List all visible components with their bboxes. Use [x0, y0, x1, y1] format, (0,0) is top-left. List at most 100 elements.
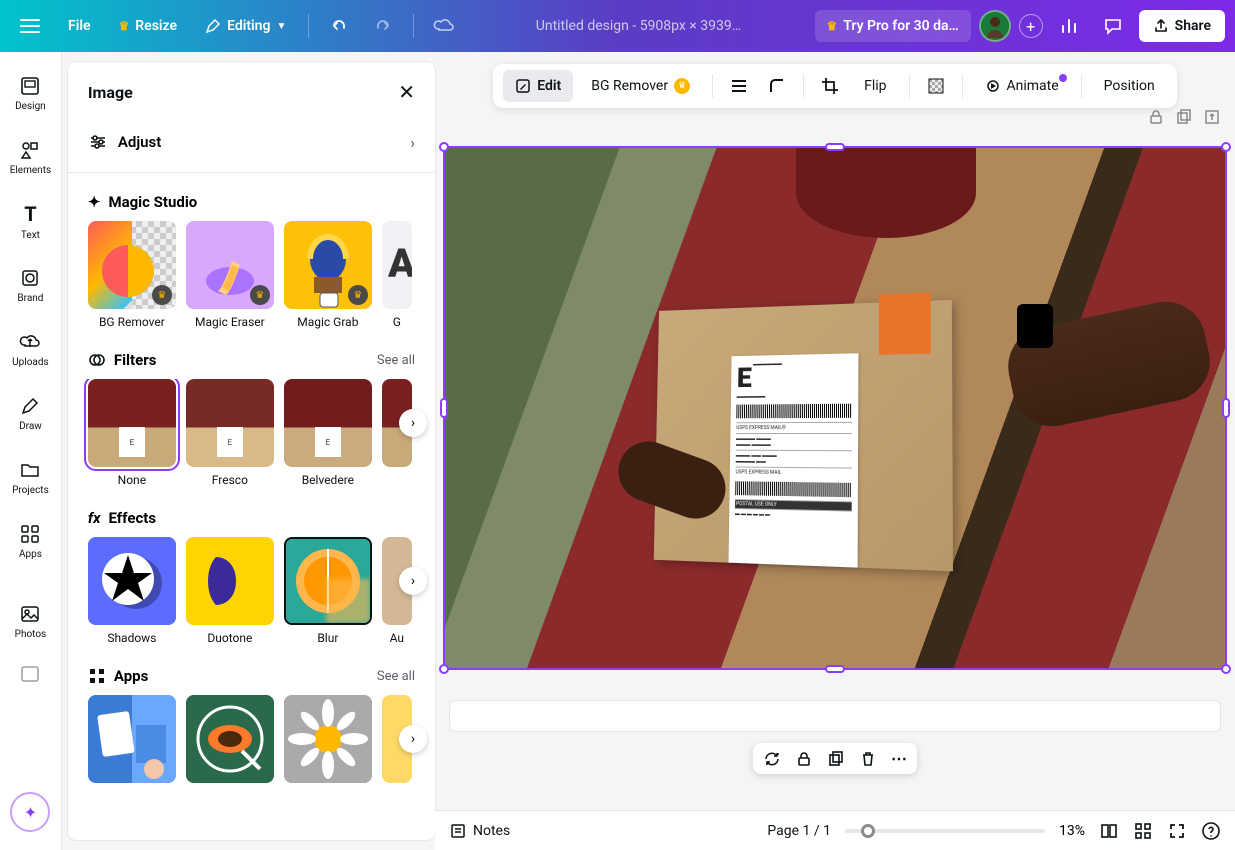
- page-indicator[interactable]: Page 1 / 1: [767, 823, 831, 839]
- lock-button[interactable]: [795, 750, 813, 768]
- line-weight-button[interactable]: [723, 70, 755, 102]
- export-page-icon[interactable]: [1203, 108, 1221, 126]
- duplicate-button[interactable]: [827, 750, 845, 768]
- resize-handle-rm[interactable]: [1222, 398, 1230, 418]
- app-item-3[interactable]: [284, 695, 372, 783]
- canvas-corner-tools: [1147, 108, 1221, 126]
- rail-uploads[interactable]: Uploads: [2, 318, 58, 380]
- zoom-value[interactable]: 13%: [1059, 823, 1085, 839]
- effect-blur[interactable]: Blur: [284, 537, 372, 645]
- adjust-row[interactable]: Adjust ›: [68, 118, 435, 166]
- label-text: USPS EXPRESS MAIL®: [736, 422, 852, 433]
- magic-item-partial[interactable]: A G: [382, 221, 412, 329]
- regenerate-button[interactable]: [763, 750, 781, 768]
- flip-button[interactable]: Flip: [852, 70, 898, 102]
- close-panel-button[interactable]: ✕: [398, 80, 415, 104]
- edit-button[interactable]: Edit: [503, 70, 573, 102]
- effect-duotone[interactable]: Duotone: [186, 537, 274, 645]
- resize-handle-tr[interactable]: [1221, 142, 1231, 152]
- rail-label: Brand: [17, 293, 43, 304]
- rail-projects[interactable]: Projects: [2, 446, 58, 508]
- rail-brand[interactable]: Brand: [2, 254, 58, 316]
- notes-button[interactable]: Notes: [449, 822, 510, 840]
- uploads-icon: [19, 331, 41, 353]
- try-pro-button[interactable]: ♛ Try Pro for 30 da…: [815, 10, 971, 42]
- rail-photos[interactable]: Photos: [2, 590, 58, 652]
- magic-fab-button[interactable]: ✦: [10, 792, 50, 832]
- add-collaborator-button[interactable]: +: [1019, 14, 1043, 38]
- adjust-icon: [88, 132, 108, 152]
- resize-handle-br[interactable]: [1221, 664, 1231, 674]
- filters-icon: [88, 351, 106, 369]
- bg-remover-button[interactable]: BG Remover ♛: [579, 70, 702, 102]
- pro-badge-icon: ♛: [152, 285, 172, 305]
- thumb-caption: Fresco: [212, 473, 248, 487]
- try-pro-label: Try Pro for 30 da…: [843, 18, 958, 34]
- effects-next-button[interactable]: ›: [399, 567, 427, 595]
- help-button[interactable]: [1201, 821, 1221, 841]
- delete-button[interactable]: [859, 750, 877, 768]
- rail-text[interactable]: T Text: [2, 190, 58, 252]
- magic-bg-remover[interactable]: ♛ BG Remover: [88, 221, 176, 329]
- magic-eraser[interactable]: ♛ Magic Eraser: [186, 221, 274, 329]
- filter-fresco[interactable]: E Fresco: [186, 379, 274, 487]
- lock-icon[interactable]: [1147, 108, 1165, 126]
- filters-next-button[interactable]: ›: [399, 409, 427, 437]
- apps-icon: [19, 523, 41, 545]
- crop-button[interactable]: [814, 70, 846, 102]
- rail-draw[interactable]: Draw: [2, 382, 58, 444]
- comment-button[interactable]: [1095, 8, 1131, 44]
- position-button[interactable]: Position: [1092, 70, 1167, 102]
- more-button[interactable]: ⋯: [891, 749, 907, 768]
- analytics-button[interactable]: [1051, 8, 1087, 44]
- resize-handle-tl[interactable]: [439, 142, 449, 152]
- page-strip[interactable]: [449, 700, 1221, 732]
- zoom-slider[interactable]: [845, 829, 1045, 833]
- design-icon: [19, 75, 41, 97]
- resize-handle-tm[interactable]: [825, 143, 845, 151]
- resize-handle-bm[interactable]: [825, 665, 845, 673]
- apps-next-button[interactable]: ›: [399, 725, 427, 753]
- effect-thumb: [186, 537, 274, 625]
- corner-radius-button[interactable]: [761, 70, 793, 102]
- projects-icon: [19, 459, 41, 481]
- animate-button[interactable]: Animate: [973, 70, 1071, 102]
- rail-more[interactable]: [2, 654, 58, 694]
- panel-title: Image: [88, 83, 133, 102]
- filter-belvedere[interactable]: E Belvedere: [284, 379, 372, 487]
- avatar[interactable]: [979, 10, 1011, 42]
- rail-design[interactable]: Design: [2, 62, 58, 124]
- magic-grab[interactable]: ♛ Magic Grab: [284, 221, 372, 329]
- document-title[interactable]: Untitled design - 5908px × 3939…: [470, 18, 806, 34]
- chevron-right-icon: ›: [410, 133, 415, 152]
- notes-icon: [449, 822, 467, 840]
- file-menu[interactable]: File: [58, 10, 101, 42]
- editing-mode-dropdown[interactable]: Editing ▼: [195, 10, 296, 42]
- resize-handle-lm[interactable]: [440, 398, 448, 418]
- filters-see-all[interactable]: See all: [377, 353, 415, 368]
- rail-apps[interactable]: Apps: [2, 510, 58, 572]
- undo-button[interactable]: [321, 8, 357, 44]
- filter-none[interactable]: E None: [88, 379, 176, 487]
- cloud-sync-icon[interactable]: [426, 8, 462, 44]
- transparency-button[interactable]: [920, 70, 952, 102]
- share-button[interactable]: Share: [1139, 10, 1225, 42]
- redo-button[interactable]: [365, 8, 401, 44]
- main-menu-button[interactable]: [10, 6, 50, 46]
- apps-see-all[interactable]: See all: [377, 669, 415, 684]
- resize-handle-bl[interactable]: [439, 664, 449, 674]
- app-item-1[interactable]: [88, 695, 176, 783]
- filter-thumb: E: [284, 379, 372, 467]
- grid-view-button[interactable]: [1133, 821, 1153, 841]
- app-item-2[interactable]: [186, 695, 274, 783]
- apps-grid-icon: [88, 667, 106, 685]
- zoom-slider-thumb[interactable]: [861, 824, 875, 838]
- share-icon: [1153, 18, 1169, 34]
- selected-image[interactable]: E ▬▬▬▬▬▬▬▬▬▬▬▬ USPS EXPRESS MAIL® ▬▬▬▬ ▬…: [445, 148, 1225, 668]
- page-view-button[interactable]: [1099, 821, 1119, 841]
- duplicate-page-icon[interactable]: [1175, 108, 1193, 126]
- resize-button[interactable]: ♛ Resize: [109, 10, 188, 42]
- rail-elements[interactable]: Elements: [2, 126, 58, 188]
- effect-shadows[interactable]: Shadows: [88, 537, 176, 645]
- fullscreen-button[interactable]: [1167, 821, 1187, 841]
